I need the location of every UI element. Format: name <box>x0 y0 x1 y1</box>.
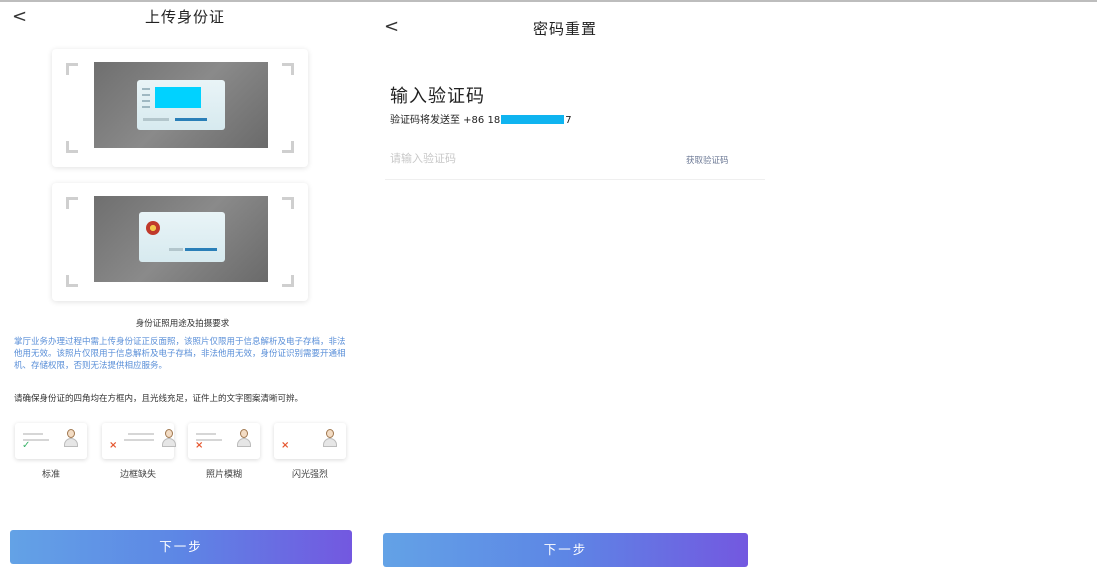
get-code-link[interactable]: 获取验证码 <box>686 154 729 166</box>
cross-icon: × <box>109 440 118 451</box>
id-front-upload-frame[interactable] <box>52 49 308 167</box>
id-front-sample-photo <box>94 62 268 148</box>
verification-code-input[interactable] <box>390 152 650 165</box>
phone-redaction-mask <box>501 115 565 124</box>
code-destination-suffix: 7 <box>565 115 572 126</box>
person-icon <box>162 429 176 447</box>
code-destination-prefix: 验证码将发送至 +86 18 <box>390 115 501 126</box>
id-card-front <box>137 80 225 130</box>
example-label-blurry: 照片模糊 <box>205 470 242 480</box>
person-icon <box>237 429 251 447</box>
example-label-standard: 标准 <box>41 470 60 480</box>
frame-corner-icon <box>66 63 78 75</box>
cross-icon: × <box>281 440 290 451</box>
page-title: 密码重置 <box>533 20 598 38</box>
password-reset-screen: < 密码重置 输入验证码 验证码将发送至 +86 18 7 获取验证码 下一步 <box>370 2 770 567</box>
code-destination: 验证码将发送至 +86 18 7 <box>390 111 572 126</box>
example-standard: ✓ <box>15 423 87 459</box>
frame-corner-icon <box>66 197 78 209</box>
upload-id-screen: < 上传身份证 身份证照用途及拍摄要求 掌厅业务办理过程中需上传身份证正反面照，… <box>0 2 365 565</box>
page-title: 上传身份证 <box>145 8 226 26</box>
example-border-missing: × <box>102 423 176 459</box>
id-back-upload-frame[interactable] <box>52 183 308 301</box>
frame-corner-icon <box>282 63 294 75</box>
requirements-title: 身份证照用途及拍摄要求 <box>135 319 230 329</box>
usage-notice: 掌厅业务办理过程中需上传身份证正反面照，该照片仅限用于信息解析及电子存档，非法他… <box>14 337 346 371</box>
cross-icon: × <box>195 440 204 451</box>
back-button[interactable]: < <box>12 6 27 27</box>
back-button[interactable]: < <box>384 16 399 37</box>
verification-heading: 输入验证码 <box>390 86 485 107</box>
redaction-mask <box>155 87 201 108</box>
person-icon <box>64 429 78 447</box>
photo-requirements: 请确保身份证的四角均在方框内，且光线充足，证件上的文字图案清晰可辨。 <box>14 394 304 404</box>
id-card-back <box>139 212 225 262</box>
example-glare: × <box>274 423 346 459</box>
frame-corner-icon <box>282 197 294 209</box>
frame-corner-icon <box>66 141 78 153</box>
example-label-border-missing: 边框缺失 <box>119 470 156 480</box>
example-label-glare: 闪光强烈 <box>291 470 328 480</box>
frame-corner-icon <box>66 275 78 287</box>
frame-corner-icon <box>282 141 294 153</box>
id-back-sample-photo <box>94 196 268 282</box>
frame-corner-icon <box>282 275 294 287</box>
example-blurry: × <box>188 423 260 459</box>
person-icon <box>323 429 337 447</box>
next-step-button[interactable]: 下一步 <box>383 533 748 567</box>
next-step-button[interactable]: 下一步 <box>10 530 352 564</box>
input-divider <box>385 179 765 180</box>
national-emblem-icon <box>146 221 160 235</box>
check-icon: ✓ <box>22 440 31 451</box>
